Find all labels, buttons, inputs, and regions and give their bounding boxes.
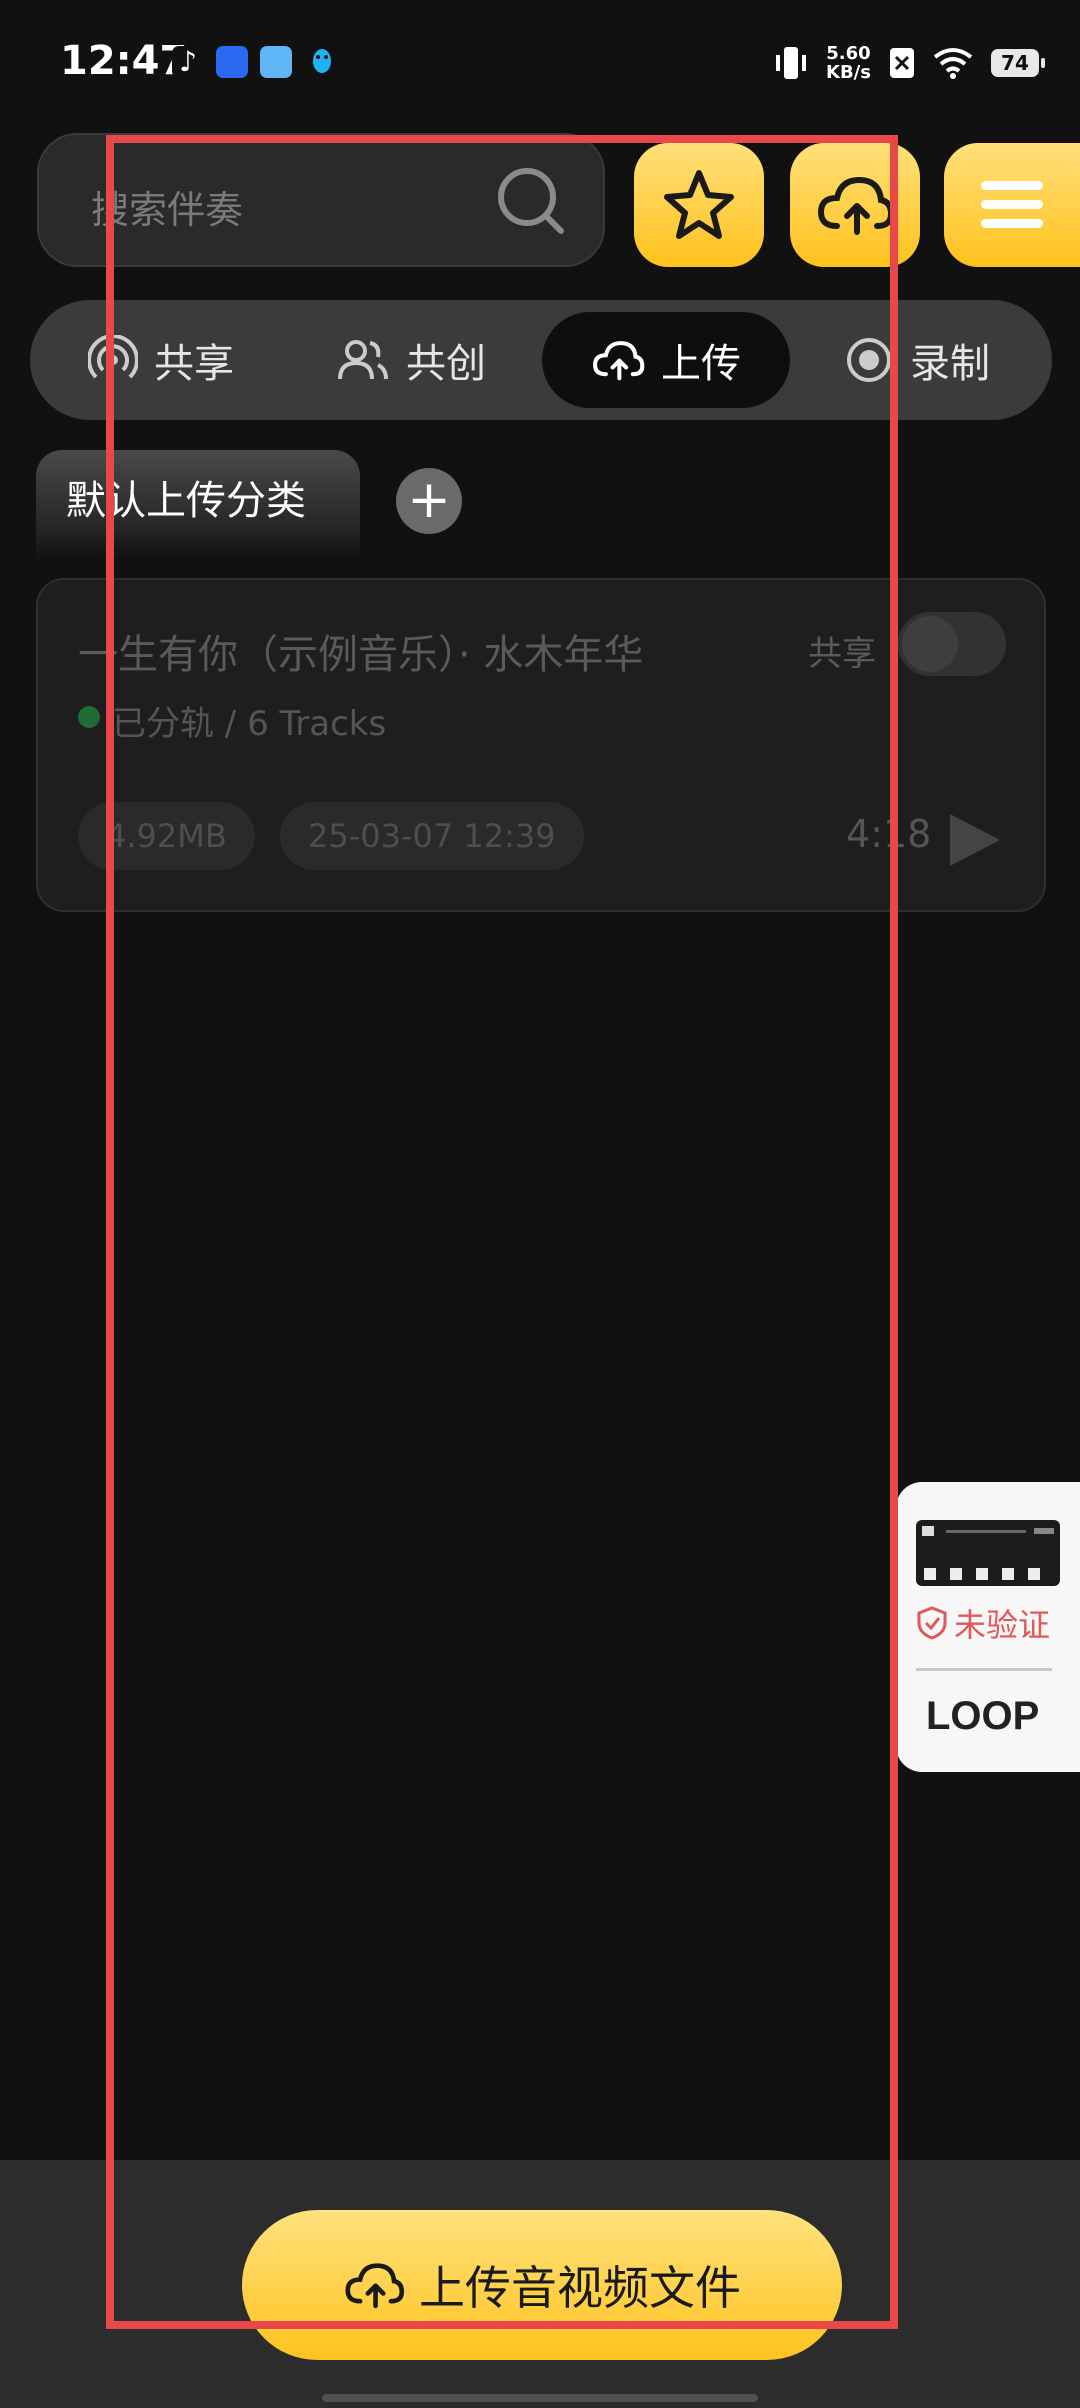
qq-icon: [306, 46, 338, 78]
toggle-knob: [902, 616, 958, 672]
verify-status: 未验证: [916, 1600, 1050, 1646]
menu-button[interactable]: [944, 143, 1080, 267]
share-toggle[interactable]: [898, 612, 1006, 676]
verify-text: 未验证: [954, 1606, 1051, 1644]
no-sim-icon: [889, 48, 914, 78]
menu-icon: [981, 181, 1043, 228]
device-thumbnail: [916, 1520, 1060, 1586]
highlight-box: [106, 135, 898, 2329]
shield-check-icon: [917, 1606, 947, 1640]
battery-indicator: 74: [990, 49, 1045, 77]
loop-label: LOOP: [926, 1694, 1040, 1738]
divider: [916, 1668, 1052, 1671]
status-time: 12:47: [60, 38, 188, 84]
home-indicator[interactable]: [322, 2394, 758, 2402]
net-speed-unit: KB/s: [826, 62, 871, 83]
status-dot: [78, 706, 100, 728]
tab-label: 录制: [910, 341, 990, 387]
play-icon[interactable]: [950, 814, 1000, 866]
net-speed-value: 5.60: [826, 43, 871, 64]
app-icon: [216, 46, 248, 78]
vibrate-icon: [776, 47, 806, 79]
loop-widget[interactable]: 未验证 LOOP: [896, 1482, 1080, 1772]
app-icon-2: [260, 46, 292, 78]
tiktok-icon: ♪: [172, 46, 204, 78]
wifi-icon: [933, 48, 973, 79]
